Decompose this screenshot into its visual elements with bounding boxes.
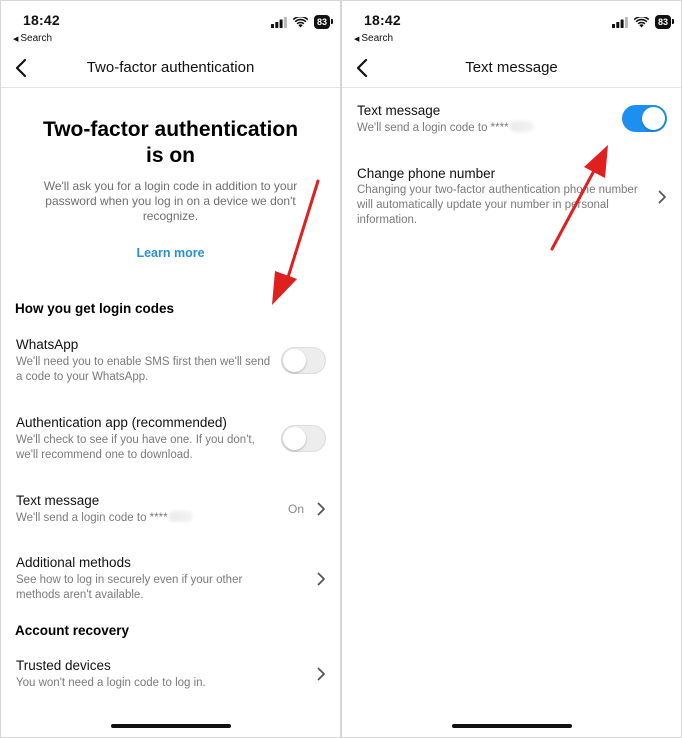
change-phone-number-title: Change phone number [357, 166, 496, 181]
toggle-knob [283, 427, 306, 450]
whatsapp-row[interactable]: WhatsApp We'll need you to enable SMS fi… [1, 337, 340, 393]
cellular-signal-icon [270, 16, 287, 28]
status-icons: 83 [611, 15, 675, 29]
whatsapp-toggle[interactable] [281, 347, 326, 374]
trusted-devices-subtitle: You won't need a login code to log in. [16, 677, 206, 689]
hero-description: We'll ask you for a login code in additi… [43, 179, 298, 223]
status-time: 18:42 [23, 12, 60, 28]
text-message-row[interactable]: Text message We'll send a login code to … [1, 493, 340, 533]
back-to-app-link[interactable]: ◀ Search [13, 33, 52, 44]
back-to-app-link[interactable]: ◀ Search [354, 33, 393, 44]
back-to-app-label: Search [361, 33, 394, 44]
status-bar: 18:42 ◀ Search 83 [342, 1, 681, 49]
chevron-right-icon [317, 572, 325, 586]
text-message-toggle[interactable] [622, 105, 667, 132]
home-indicator [452, 724, 572, 728]
status-time: 18:42 [364, 12, 401, 28]
change-phone-number-row[interactable]: Change phone number Changing your two-fa… [342, 166, 681, 230]
cellular-signal-icon [611, 16, 628, 28]
hero-title-line-2: is on [145, 144, 195, 167]
toggle-knob [642, 107, 665, 130]
chevron-right-icon [317, 502, 325, 516]
change-phone-number-subtitle: Changing your two-factor authentication … [357, 184, 638, 226]
section-heading-login-codes: How you get login codes [15, 301, 175, 316]
text-message-subtitle-text: We'll send a login code to **** [16, 512, 168, 524]
hero-title: Two-factor authentication is on [21, 117, 320, 169]
text-message-subtitle-text: We'll send a login code to **** [357, 122, 509, 134]
page-title: Text message [465, 59, 558, 76]
left-screen: 18:42 ◀ Search 83 Two-factor authenticat… [1, 1, 340, 737]
additional-methods-subtitle: See how to log in securely even if your … [16, 574, 243, 601]
whatsapp-subtitle: We'll need you to enable SMS first then … [16, 356, 271, 383]
battery-icon: 83 [654, 15, 675, 29]
whatsapp-title: WhatsApp [16, 337, 79, 352]
status-icons: 83 [270, 15, 334, 29]
redacted-number [509, 121, 534, 132]
page-title: Two-factor authentication [86, 59, 255, 76]
right-screen: 18:42 ◀ Search 83 Text message Text mess… [342, 1, 681, 737]
trusted-devices-title: Trusted devices [16, 658, 111, 673]
home-indicator [111, 724, 231, 728]
back-to-app-label: Search [20, 33, 53, 44]
text-message-title: Text message [357, 103, 441, 118]
section-heading-account-recovery: Account recovery [15, 623, 130, 638]
additional-methods-row[interactable]: Additional methods See how to log in sec… [1, 555, 340, 605]
status-bar: 18:42 ◀ Search 83 [1, 1, 340, 49]
back-triangle-icon: ◀ [13, 35, 19, 43]
text-message-subtitle: We'll send a login code to **** [357, 121, 619, 136]
toggle-knob [283, 349, 306, 372]
text-message-row[interactable]: Text message We'll send a login code to … [342, 103, 681, 139]
nav-bar: Two-factor authentication [1, 49, 340, 88]
wifi-icon [633, 16, 649, 27]
text-message-subtitle: We'll send a login code to **** [16, 511, 278, 526]
back-triangle-icon: ◀ [354, 35, 360, 43]
text-message-status: On [287, 502, 304, 516]
hero-title-line-1: Two-factor authentication [42, 118, 299, 141]
text-message-title: Text message [16, 493, 100, 508]
auth-app-title: Authentication app (recommended) [16, 415, 227, 430]
auth-app-toggle[interactable] [281, 425, 326, 452]
battery-icon: 83 [313, 15, 334, 29]
nav-bar: Text message [342, 49, 681, 88]
redacted-number [168, 511, 193, 522]
auth-app-row[interactable]: Authentication app (recommended) We'll c… [1, 415, 340, 471]
learn-more-link[interactable]: Learn more [1, 246, 340, 260]
chevron-right-icon [317, 667, 325, 681]
auth-app-subtitle: We'll check to see if you have one. If y… [16, 434, 255, 461]
additional-methods-title: Additional methods [16, 555, 131, 570]
wifi-icon [292, 16, 308, 27]
trusted-devices-row[interactable]: Trusted devices You won't need a login c… [1, 658, 340, 694]
chevron-right-icon [658, 190, 666, 204]
